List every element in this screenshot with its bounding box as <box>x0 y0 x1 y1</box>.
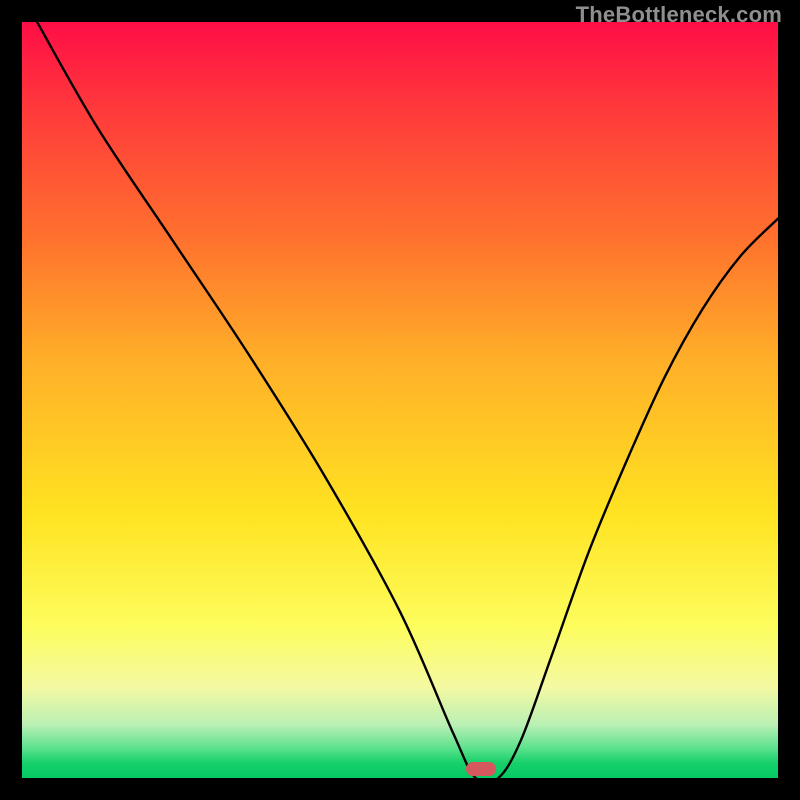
bottleneck-curve <box>22 22 778 778</box>
plot-area <box>22 22 778 778</box>
optimum-marker <box>466 762 496 776</box>
curve-path <box>37 22 778 778</box>
chart-root: TheBottleneck.com <box>0 0 800 800</box>
